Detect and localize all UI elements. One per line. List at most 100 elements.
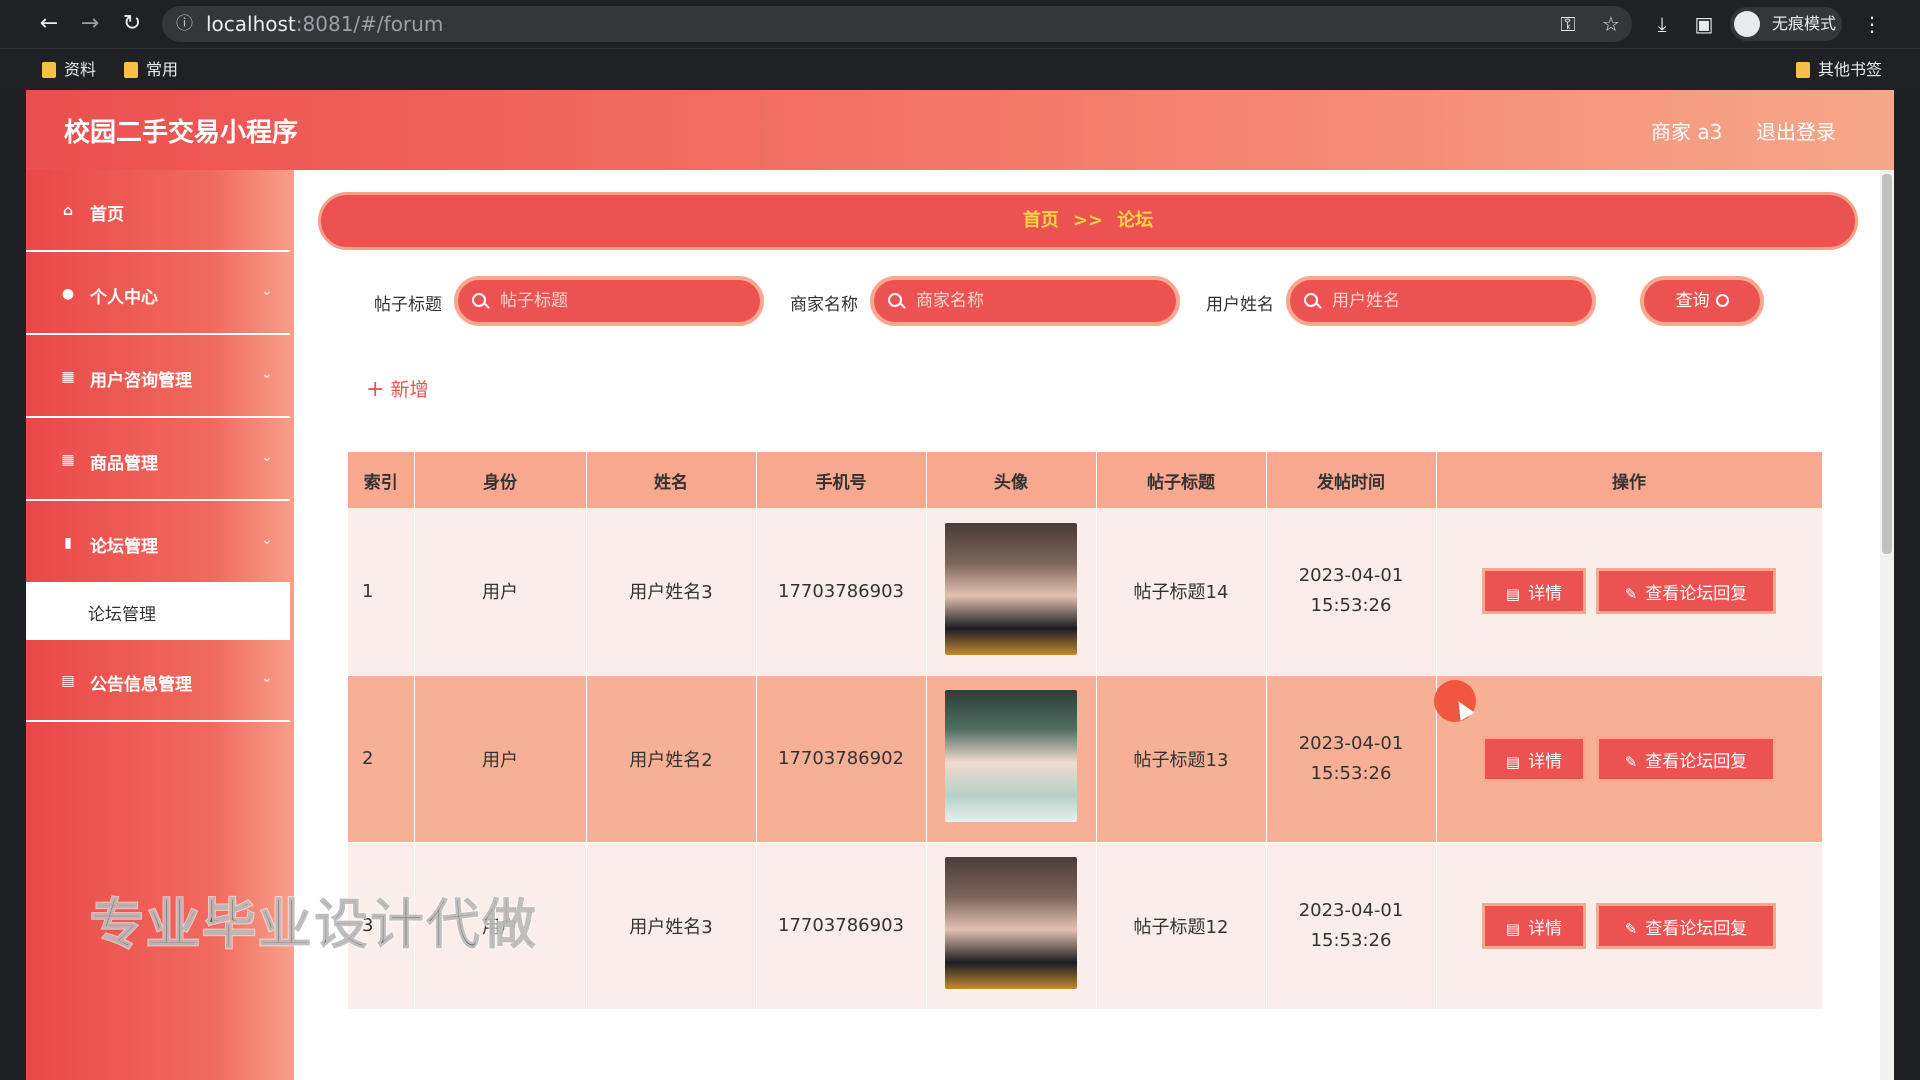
page-scrollbar[interactable]: [1880, 170, 1894, 1080]
bookmark-folder-2[interactable]: 常用: [124, 59, 178, 81]
cell-name: 用户姓名3: [586, 508, 757, 676]
query-button[interactable]: 查询: [1640, 276, 1764, 326]
sidebar-item-label: 首页: [90, 205, 124, 225]
detail-button[interactable]: ▤ 详情: [1482, 568, 1586, 615]
post-time-text: 2023-04-01 15:53:26: [1298, 899, 1404, 951]
cell-post-title: 帖子标题13: [1096, 675, 1267, 843]
folder-icon: [42, 62, 56, 78]
sidebar-item-home[interactable]: ⌂ 首页: [26, 170, 290, 252]
current-user-label: 商家 a3: [1651, 120, 1723, 144]
chevron-down-icon: ⌄: [261, 283, 273, 299]
cell-role: 用户: [414, 675, 587, 843]
sidebar-subitem-label: 论坛管理: [88, 605, 156, 625]
bookmarks-bar: 资料 常用 其他书签: [0, 48, 1920, 90]
cell-actions: ▤ 详情 ✎ 查看论坛回复: [1436, 508, 1823, 676]
sidebar-item-forum[interactable]: ▮ 论坛管理 ⌄: [26, 502, 290, 584]
cell-role: 用户: [414, 508, 587, 676]
cell-post-title: 帖子标题14: [1096, 508, 1267, 676]
incognito-label: 无痕模式: [1772, 14, 1837, 33]
menu-dots-icon[interactable]: ⋮: [1856, 8, 1888, 40]
logout-link[interactable]: 退出登录: [1756, 116, 1836, 145]
download-icon[interactable]: ⤓: [1646, 8, 1678, 40]
column-header-phone: 手机号: [756, 452, 927, 508]
grid-icon: ▦: [61, 369, 75, 385]
avatar[interactable]: [945, 857, 1077, 989]
post-time-text: 2023-04-01 15:53:26: [1298, 732, 1404, 784]
star-icon[interactable]: ☆: [1595, 8, 1627, 40]
post-title-label: 帖子标题: [374, 295, 442, 315]
sidepanel-icon[interactable]: ▣: [1688, 8, 1720, 40]
scrollbar-thumb[interactable]: [1882, 174, 1892, 554]
avatar[interactable]: [945, 690, 1077, 822]
merchant-name-placeholder: 商家名称: [916, 291, 984, 311]
user-name-input[interactable]: 用户姓名: [1286, 276, 1596, 326]
column-header-post-title: 帖子标题: [1096, 452, 1267, 508]
column-header-index: 索引: [348, 452, 415, 508]
merchant-name-input[interactable]: 商家名称: [870, 276, 1180, 326]
cell-phone: 17703786902: [756, 675, 927, 843]
add-button[interactable]: + 新增: [366, 375, 428, 402]
breadcrumb: 首页 >> 论坛: [318, 192, 1858, 250]
plus-icon: +: [366, 377, 385, 402]
key-icon[interactable]: ⚿: [1552, 8, 1584, 40]
other-bookmarks[interactable]: 其他书签: [1796, 59, 1882, 81]
view-replies-label: 查看论坛回复: [1645, 584, 1748, 605]
table-row: 3 用户 用户姓名3 17703786903 帖子标题12 2023-04-01…: [348, 842, 1823, 1010]
column-header-actions: 操作: [1436, 452, 1823, 508]
sidebar-item-announcement[interactable]: ▤ 公告信息管理 ⌄: [26, 640, 290, 722]
post-time-text: 2023-04-01 15:53:26: [1298, 565, 1404, 617]
sidebar-subitem-forum-manage[interactable]: 论坛管理: [26, 582, 290, 640]
search-icon: [472, 293, 486, 307]
breadcrumb-home[interactable]: 首页: [1023, 210, 1059, 231]
edit-icon: ✎: [1624, 752, 1638, 771]
reload-icon[interactable]: ↻: [116, 8, 148, 40]
column-header-post-time: 发帖时间: [1266, 452, 1437, 508]
post-title-input[interactable]: 帖子标题: [454, 276, 764, 326]
incognito-badge[interactable]: 无痕模式: [1730, 7, 1842, 41]
detail-label: 详情: [1528, 751, 1563, 772]
table-header-row: 索引 身份 姓名 手机号 头像 帖子标题 发帖时间 操作: [348, 452, 1823, 508]
back-arrow-icon[interactable]: ←: [33, 8, 65, 40]
cell-actions: ▤ 详情 ✎ 查看论坛回复: [1436, 842, 1823, 1010]
forum-table: 索引 身份 姓名 手机号 头像 帖子标题 发帖时间 操作 1 用户 用户姓名3 …: [348, 452, 1823, 1010]
bookmark-folder-1[interactable]: 资料: [42, 59, 96, 81]
detail-label: 详情: [1528, 918, 1563, 939]
view-replies-label: 查看论坛回复: [1645, 751, 1748, 772]
chevron-down-icon: ⌄: [261, 449, 273, 465]
sidebar-item-goods[interactable]: ▦ 商品管理 ⌄: [26, 419, 290, 501]
user-name-label: 用户姓名: [1206, 295, 1274, 315]
clipboard-icon: ▤: [61, 673, 75, 689]
column-header-avatar: 头像: [926, 452, 1097, 508]
cell-post-time: 2023-04-01 15:53:26: [1266, 675, 1437, 843]
detail-button[interactable]: ▤ 详情: [1482, 902, 1586, 949]
view-replies-button[interactable]: ✎ 查看论坛回复: [1596, 902, 1776, 949]
forward-arrow-icon[interactable]: →: [74, 8, 106, 40]
sidebar-item-personal-center[interactable]: ● 个人中心 ⌄: [26, 253, 290, 335]
document-icon: ▤: [1505, 752, 1521, 771]
browser-toolbar: ← → ↻ ⓘ localhost:8081/#/forum ⚿ ☆ ⤓ ▣ 无…: [0, 0, 1920, 48]
address-bar[interactable]: ⓘ localhost:8081/#/forum: [162, 6, 1632, 42]
view-replies-button[interactable]: ✎ 查看论坛回复: [1596, 735, 1776, 782]
sidebar-item-label: 用户咨询管理: [90, 371, 192, 391]
sidebar-item-label: 个人中心: [90, 288, 158, 308]
folder-icon: [124, 62, 138, 78]
detail-label: 详情: [1528, 584, 1563, 605]
grid-icon: ▦: [61, 452, 75, 468]
home-icon: ⌂: [62, 203, 74, 219]
other-bookmarks-label: 其他书签: [1818, 60, 1883, 79]
avatar[interactable]: [945, 522, 1077, 655]
cell-avatar: [926, 508, 1097, 676]
detail-button[interactable]: ▤ 详情: [1482, 735, 1586, 782]
view-replies-label: 查看论坛回复: [1645, 918, 1748, 939]
folder-icon: [1796, 62, 1810, 78]
sidebar-item-consult[interactable]: ▦ 用户咨询管理 ⌄: [26, 336, 290, 418]
search-icon: [1715, 294, 1729, 307]
document-icon: ▤: [1505, 919, 1521, 938]
cell-index: 1: [348, 508, 415, 676]
chevron-down-icon: ⌄: [261, 670, 273, 686]
view-replies-button[interactable]: ✎ 查看论坛回复: [1596, 568, 1776, 615]
user-icon: ●: [61, 286, 75, 302]
site-info-icon[interactable]: ⓘ: [176, 6, 193, 42]
cell-name: 用户姓名2: [586, 675, 757, 843]
breadcrumb-separator: >>: [1072, 210, 1104, 231]
